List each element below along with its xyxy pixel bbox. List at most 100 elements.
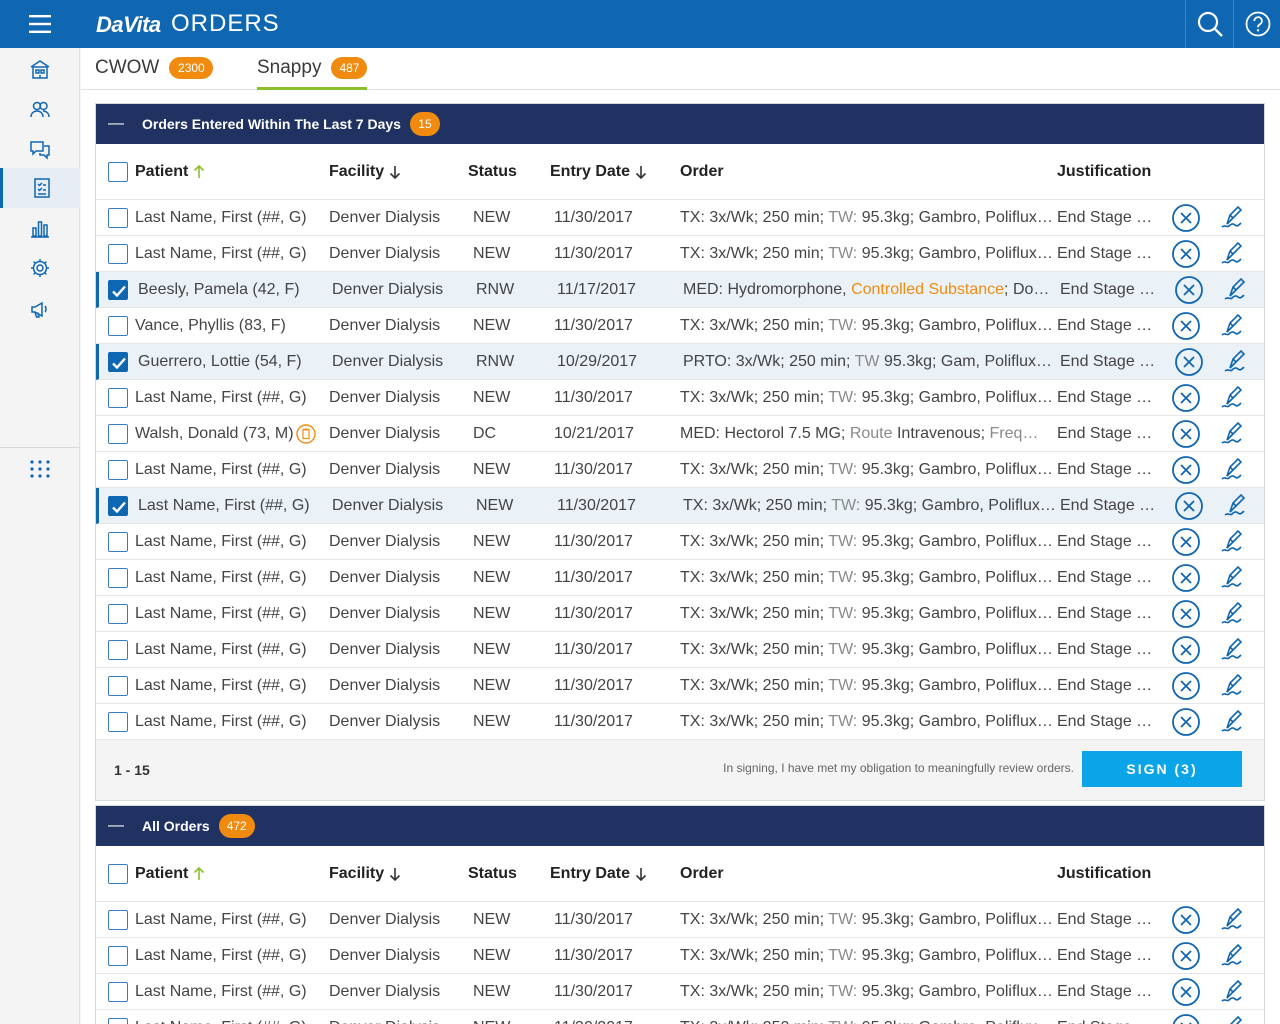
table-row[interactable]: Last Name, First (##, G) Denver Dialysis N… [96,236,1264,272]
column-entry-date[interactable]: Entry Date [550,846,670,902]
sign-order-button[interactable] [1218,239,1248,269]
select-all-checkbox[interactable] [108,864,128,884]
order-cell[interactable]: TX: 3x/Wk; 250 min; TW: 95.3kg; Gambro, … [680,668,1054,704]
sign-order-button[interactable] [1218,671,1248,701]
patient-cell[interactable]: Last Name, First (##, G) [135,1010,325,1024]
patient-cell[interactable]: Last Name, First (##, G) [135,524,325,560]
order-cell[interactable]: TX: 3x/Wk; 250 min; TW: 95.3kg; Gambro, … [683,488,1057,524]
column-order[interactable]: Order [680,144,1054,200]
all-orders-header[interactable]: — All Orders 472 [96,806,1264,846]
table-row[interactable]: Last Name, First (##, G) Denver Dialysis N… [96,974,1264,1010]
order-cell[interactable]: TX: 3x/Wk; 250 min; TW: 95.3kg; Gambro, … [680,974,1054,1010]
order-cell[interactable]: TX: 3x/Wk; 250 min; TW: 95.3kg; Gambro, … [680,938,1054,974]
row-checkbox[interactable] [108,676,128,696]
table-row[interactable]: Last Name, First (##, G) Denver Dialysis N… [96,560,1264,596]
table-row[interactable]: Last Name, First (##, G) Denver Dialysis N… [96,632,1264,668]
row-checkbox[interactable] [108,982,128,1002]
order-cell[interactable]: TX: 3x/Wk; 250 min; TW: 95.3kg; Gambro, … [680,236,1054,272]
table-row[interactable]: Vance, Phyllis (83, F) Denver Dialysis NEW… [96,308,1264,344]
sign-order-button[interactable] [1218,941,1248,971]
reject-button[interactable] [1171,941,1201,971]
table-row[interactable]: Last Name, First (##, G) Denver Dialysis N… [96,200,1264,236]
row-checkbox[interactable] [108,604,128,624]
order-cell[interactable]: TX: 3x/Wk; 250 min; TW: 95.3kg; Gambro, … [680,380,1054,416]
row-checkbox[interactable] [108,1018,128,1024]
patient-cell[interactable]: Last Name, First (##, G) [135,452,325,488]
sign-order-button[interactable] [1218,563,1248,593]
sign-order-button[interactable] [1218,311,1248,341]
table-row[interactable]: Last Name, First (##, G) Denver Dialysis N… [96,902,1264,938]
row-checkbox[interactable] [108,568,128,588]
patient-cell[interactable]: Last Name, First (##, G) [135,632,325,668]
patient-cell[interactable]: Last Name, First (##, G) [138,488,328,524]
order-cell[interactable]: TX: 3x/Wk; 250 min; TW: 95.3kg; Gambro, … [680,704,1054,740]
column-justification[interactable]: Justification [1057,846,1167,902]
row-checkbox[interactable] [108,532,128,552]
order-cell[interactable]: TX: 3x/Wk; 250 min; TW: 95.3kg; Gambro, … [680,308,1054,344]
sign-order-button[interactable] [1218,599,1248,629]
row-checkbox[interactable] [108,946,128,966]
reject-button[interactable] [1171,203,1201,233]
patient-cell[interactable]: Guerrero, Lottie (54, F) [138,344,328,380]
reject-button[interactable] [1174,275,1204,305]
column-entry-date[interactable]: Entry Date [550,144,670,200]
row-checkbox[interactable] [108,496,128,516]
patient-cell[interactable]: Last Name, First (##, G) [135,668,325,704]
table-row[interactable]: Last Name, First (##, G) Denver Dialysis N… [96,488,1264,524]
sidebar-item-patients[interactable] [0,89,80,129]
reject-button[interactable] [1171,671,1201,701]
patient-cell[interactable]: Last Name, First (##, G) [135,596,325,632]
row-checkbox[interactable] [108,244,128,264]
order-cell[interactable]: TX: 3x/Wk; 250 min; TW: 95.3kg; Gambro, … [680,1010,1054,1024]
sidebar-item-announcements[interactable] [0,289,80,329]
reject-button[interactable] [1171,239,1201,269]
patient-cell[interactable]: Last Name, First (##, G) [135,236,325,272]
column-order[interactable]: Order [680,846,1054,902]
column-facility[interactable]: Facility [329,846,459,902]
sign-order-button[interactable] [1218,707,1248,737]
clipboard-alert-icon[interactable] [295,424,316,444]
row-checkbox[interactable] [108,910,128,930]
table-row[interactable]: Last Name, First (##, G) Denver Dialysis N… [96,524,1264,560]
reject-button[interactable] [1174,491,1204,521]
order-cell[interactable]: TX: 3x/Wk; 250 min; TW: 95.3kg; Gambro, … [680,200,1054,236]
sidebar-item-messages[interactable] [0,129,80,169]
tab-snappy[interactable]: Snappy 487 [257,57,368,90]
sign-order-button[interactable] [1218,905,1248,935]
reject-button[interactable] [1171,977,1201,1007]
sign-order-button[interactable] [1218,1013,1248,1024]
recent-orders-header[interactable]: — Orders Entered Within The Last 7 Days … [96,104,1264,144]
reject-button[interactable] [1171,419,1201,449]
sidebar-item-reports[interactable] [0,208,80,248]
patient-cell[interactable]: Last Name, First (##, G) [135,938,325,974]
sign-button[interactable]: SIGN (3) [1082,751,1242,787]
column-patient[interactable]: Patient [135,144,325,200]
row-checkbox[interactable] [108,316,128,336]
table-row[interactable]: Last Name, First (##, G) Denver Dialysis N… [96,452,1264,488]
column-justification[interactable]: Justification [1057,144,1167,200]
sign-order-button[interactable] [1218,455,1248,485]
sidebar-item-apps[interactable] [0,449,80,489]
column-status[interactable]: Status [468,144,538,200]
reject-button[interactable] [1171,311,1201,341]
sign-order-button[interactable] [1218,383,1248,413]
table-row[interactable]: Beesly, Pamela (42, F) Denver Dialysis RNW… [96,272,1264,308]
sidebar-item-orders[interactable] [0,168,80,208]
order-cell[interactable]: TX: 3x/Wk; 250 min; TW: 95.3kg; Gambro, … [680,524,1054,560]
patient-cell[interactable]: Last Name, First (##, G) [135,560,325,596]
reject-button[interactable] [1171,455,1201,485]
reject-button[interactable] [1171,905,1201,935]
tab-cwow[interactable]: CWOW 2300 [95,57,214,90]
row-checkbox[interactable] [108,424,128,444]
sign-order-button[interactable] [1221,347,1251,377]
sign-order-button[interactable] [1218,977,1248,1007]
reject-button[interactable] [1171,527,1201,557]
order-cell[interactable]: TX: 3x/Wk; 250 min; TW: 95.3kg; Gambro, … [680,596,1054,632]
reject-button[interactable] [1171,707,1201,737]
row-checkbox[interactable] [108,352,128,372]
collapse-icon[interactable]: — [108,115,130,133]
order-cell[interactable]: TX: 3x/Wk; 250 min; TW: 95.3kg; Gambro, … [680,902,1054,938]
collapse-icon[interactable]: — [108,817,130,835]
table-row[interactable]: Last Name, First (##, G) Denver Dialysis N… [96,668,1264,704]
search-button[interactable] [1185,0,1233,48]
